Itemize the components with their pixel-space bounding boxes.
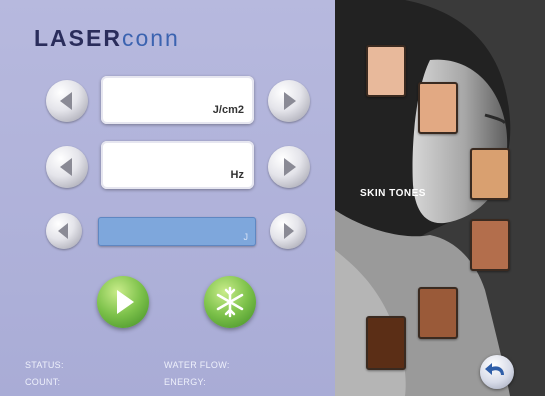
decrease-energy-button[interactable] [46,213,82,249]
arrow-right-icon [284,92,296,110]
brand-logo: LASERconn [34,25,180,52]
skin-tone-swatch-2[interactable] [418,82,458,134]
back-button[interactable] [480,355,514,389]
energy-unit: J [243,232,249,242]
increase-fluence-button[interactable] [268,80,310,122]
water-flow-label: WATER FLOW: [164,360,230,370]
fluence-field[interactable]: J/cm2 [101,76,254,124]
skin-tone-swatch-4[interactable] [470,219,510,271]
brand-part2: conn [121,25,180,51]
frequency-unit: Hz [230,169,244,181]
brand-part1: LASER [34,25,122,51]
status-label: STATUS: [25,360,64,370]
count-label: COUNT: [25,377,61,387]
play-icon [117,290,134,314]
energy-field[interactable]: J [98,217,256,246]
skin-tone-swatch-5[interactable] [418,287,458,339]
fluence-unit: J/cm2 [212,104,244,116]
arrow-right-icon [284,223,294,239]
skin-tones-label: SKIN TONES [360,188,426,199]
cooling-button[interactable] [204,276,256,328]
control-panel: LASERconn J/cm2 Hz J STATUS: COUNT: WATE… [0,0,335,396]
energy-status-label: ENERGY: [164,377,207,387]
arrow-left-icon [58,223,68,239]
skin-tone-swatch-1[interactable] [366,45,406,97]
arrow-left-icon [60,92,72,110]
arrow-left-icon [60,158,72,176]
skin-tone-swatch-3[interactable] [470,148,510,200]
increase-frequency-button[interactable] [268,146,310,188]
skin-tone-swatch-6[interactable] [366,316,406,370]
back-arrow-icon [485,363,504,375]
decrease-fluence-button[interactable] [46,80,88,122]
increase-energy-button[interactable] [270,213,306,249]
frequency-field[interactable]: Hz [101,141,254,189]
arrow-right-icon [284,158,296,176]
decrease-frequency-button[interactable] [46,146,88,188]
start-button[interactable] [97,276,149,328]
laser-control-screen: LASERconn J/cm2 Hz J STATUS: COUNT: WATE… [0,0,545,396]
snowflake-icon [216,286,244,318]
